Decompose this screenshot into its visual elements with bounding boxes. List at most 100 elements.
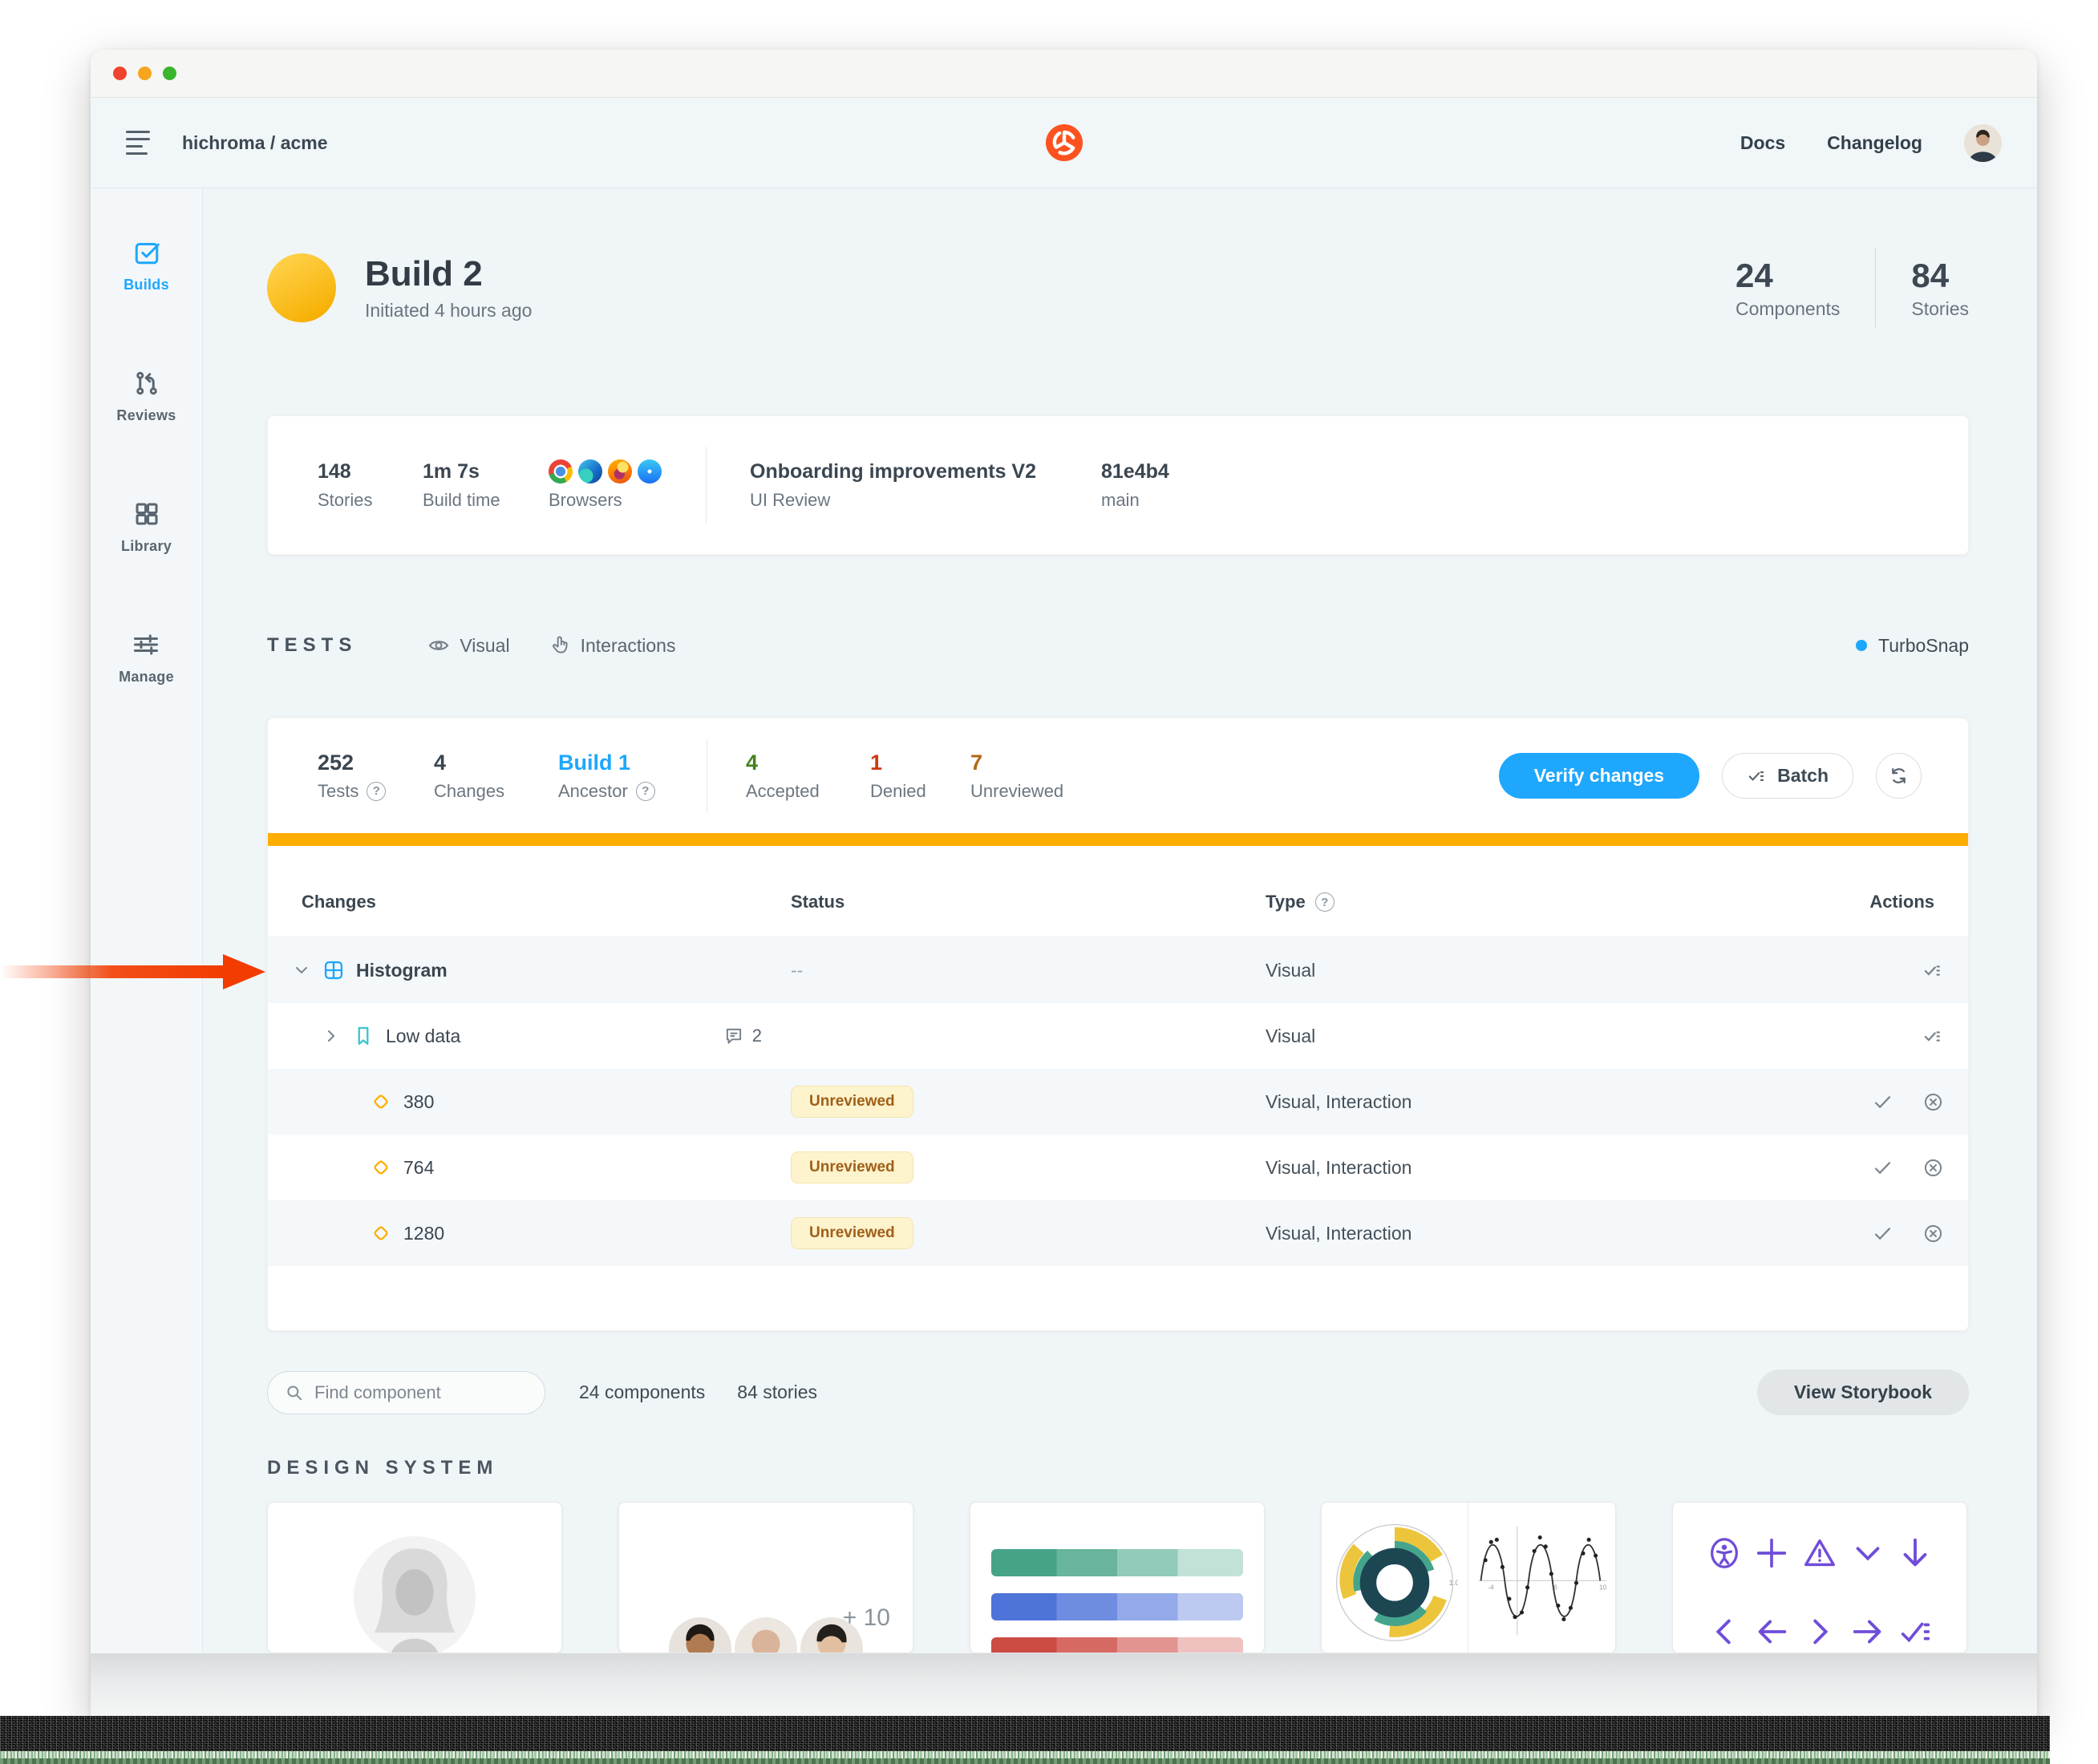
red-swatch: [991, 1637, 1243, 1653]
view-storybook-button[interactable]: View Storybook: [1757, 1370, 1969, 1415]
chevron-right-icon[interactable]: [322, 1026, 341, 1046]
interactions-filter[interactable]: Interactions: [549, 634, 676, 657]
pr-subtitle: UI Review: [750, 490, 1101, 511]
accept-icon[interactable]: [1872, 1157, 1893, 1179]
components-label: Components: [1736, 298, 1840, 320]
turbosnap-label: TurboSnap: [1878, 635, 1969, 657]
help-icon[interactable]: ?: [1315, 892, 1335, 912]
components-value: 24: [1736, 257, 1840, 295]
diamond-icon: [370, 1156, 392, 1179]
status-badge: Unreviewed: [791, 1086, 913, 1118]
column-actions: Actions: [1869, 892, 1934, 937]
user-avatar[interactable]: [1964, 124, 2002, 162]
checklist-icon: [1747, 766, 1768, 787]
pull-request-stat: Onboarding improvements V2 UI Review: [750, 460, 1101, 511]
stat-label: Denied: [870, 781, 926, 802]
swatch-list: [970, 1503, 1264, 1653]
bottom-fade: [91, 1653, 2037, 1716]
column-type-label: Type: [1266, 892, 1306, 912]
commit-stat: 81e4b4 main: [1101, 460, 1169, 511]
table-row-low-data[interactable]: Low data 2 Visual: [268, 1003, 1968, 1069]
tests-section-title: TESTS: [267, 634, 357, 657]
close-window-button[interactable]: [113, 67, 127, 80]
menu-icon[interactable]: [126, 131, 150, 155]
unreviewed-stat: 7 Unreviewed: [970, 751, 1063, 802]
component-card-icons[interactable]: [1672, 1502, 1967, 1653]
turbosnap-indicator[interactable]: TurboSnap: [1856, 635, 1969, 657]
refresh-icon: [1888, 765, 1910, 787]
table-row-histogram[interactable]: Histogram -- Visual: [268, 937, 1968, 1003]
component-card-charts[interactable]: 1.0: [1321, 1502, 1616, 1653]
batch-accept-icon[interactable]: [1922, 1026, 1944, 1047]
diamond-icon: [370, 1090, 392, 1113]
sidebar-item-builds[interactable]: Builds: [124, 238, 169, 293]
diamond-icon: [370, 1222, 392, 1244]
row-type: Visual: [1266, 1026, 1839, 1047]
deny-icon[interactable]: [1922, 1091, 1944, 1113]
table-row-viewport-380[interactable]: 380 Unreviewed Visual, Interaction: [268, 1069, 1968, 1135]
chevron-left-icon: [1706, 1613, 1743, 1650]
donut-chart: 1.0: [1322, 1503, 1468, 1653]
arrow-down-icon: [1897, 1535, 1934, 1572]
build-stats: 24 Components 84 Stories: [1736, 248, 1969, 328]
comments-indicator[interactable]: 2: [723, 1026, 762, 1046]
batch-button[interactable]: Batch: [1722, 753, 1853, 799]
icon-set: [1673, 1503, 1966, 1650]
docs-link[interactable]: Docs: [1740, 132, 1785, 154]
page-title: Build 2: [365, 254, 532, 295]
deny-icon[interactable]: [1922, 1157, 1944, 1179]
changelog-link[interactable]: Changelog: [1827, 132, 1922, 154]
batch-button-label: Batch: [1777, 765, 1829, 787]
stat-label: Ancestor: [558, 781, 628, 802]
component-icon: [322, 959, 345, 981]
svg-text:1.0: 1.0: [1449, 1579, 1458, 1588]
row-name: 764: [403, 1157, 434, 1179]
stories-value: 84: [1911, 257, 1969, 295]
plus-icon: [1753, 1535, 1790, 1572]
component-card-avatar-group[interactable]: + 10: [618, 1502, 913, 1653]
batch-accept-icon[interactable]: [1922, 960, 1944, 981]
chevron-down-icon: [1849, 1535, 1886, 1572]
arrow-left-icon: [1753, 1613, 1790, 1650]
help-icon[interactable]: ?: [367, 782, 386, 801]
table-header: Changes Status Type ? Actions: [268, 846, 1968, 937]
stat-label: Unreviewed: [970, 781, 1063, 802]
sidebar-item-manage[interactable]: Manage: [119, 630, 174, 686]
visual-filter[interactable]: Visual: [427, 634, 509, 657]
app-header: hichroma / acme Docs Changelog: [91, 98, 2037, 188]
sidebar-item-reviews[interactable]: Reviews: [116, 369, 176, 424]
stat-value: 7: [970, 751, 1063, 775]
workspace-breadcrumb[interactable]: hichroma / acme: [182, 132, 328, 154]
component-card-swatches[interactable]: [970, 1502, 1265, 1653]
sidebar-item-library[interactable]: Library: [121, 500, 172, 555]
summary-actions: Verify changes Batch: [1499, 753, 1968, 799]
accept-icon[interactable]: [1872, 1091, 1893, 1113]
stat-value: 4: [434, 751, 558, 775]
verify-changes-button[interactable]: Verify changes: [1499, 753, 1699, 799]
minimize-window-button[interactable]: [138, 67, 152, 80]
design-system-cards: + 10: [267, 1502, 1969, 1653]
search-input[interactable]: [314, 1382, 529, 1403]
sidebar-item-label: Library: [121, 538, 172, 555]
table-row-viewport-1280[interactable]: 1280 Unreviewed Visual, Interaction: [268, 1200, 1968, 1266]
avatars-more-label: + 10: [843, 1604, 890, 1648]
commit-link[interactable]: 81e4b4: [1101, 460, 1169, 483]
header-nav: Docs Changelog: [1740, 124, 2002, 162]
ancestor-build-link[interactable]: Build 1: [558, 751, 707, 775]
column-changes: Changes: [302, 892, 791, 937]
interactions-filter-label: Interactions: [581, 635, 676, 657]
stories-label: Stories: [1911, 298, 1969, 320]
window-body: Builds Reviews Library: [91, 188, 2037, 1717]
help-icon[interactable]: ?: [636, 782, 655, 801]
refresh-button[interactable]: [1876, 753, 1922, 799]
chevron-down-icon[interactable]: [292, 961, 311, 980]
deny-icon[interactable]: [1922, 1223, 1944, 1244]
pr-link[interactable]: Onboarding improvements V2: [750, 460, 1101, 483]
zoom-window-button[interactable]: [163, 67, 176, 80]
changes-count-stat: 4 Changes: [434, 751, 558, 802]
screenshot-noise-edge: [0, 1716, 2050, 1764]
chromatic-logo-icon[interactable]: [1045, 123, 1083, 162]
table-row-viewport-764[interactable]: 764 Unreviewed Visual, Interaction: [268, 1135, 1968, 1200]
accept-icon[interactable]: [1872, 1223, 1893, 1244]
component-card-avatar[interactable]: [267, 1502, 562, 1653]
